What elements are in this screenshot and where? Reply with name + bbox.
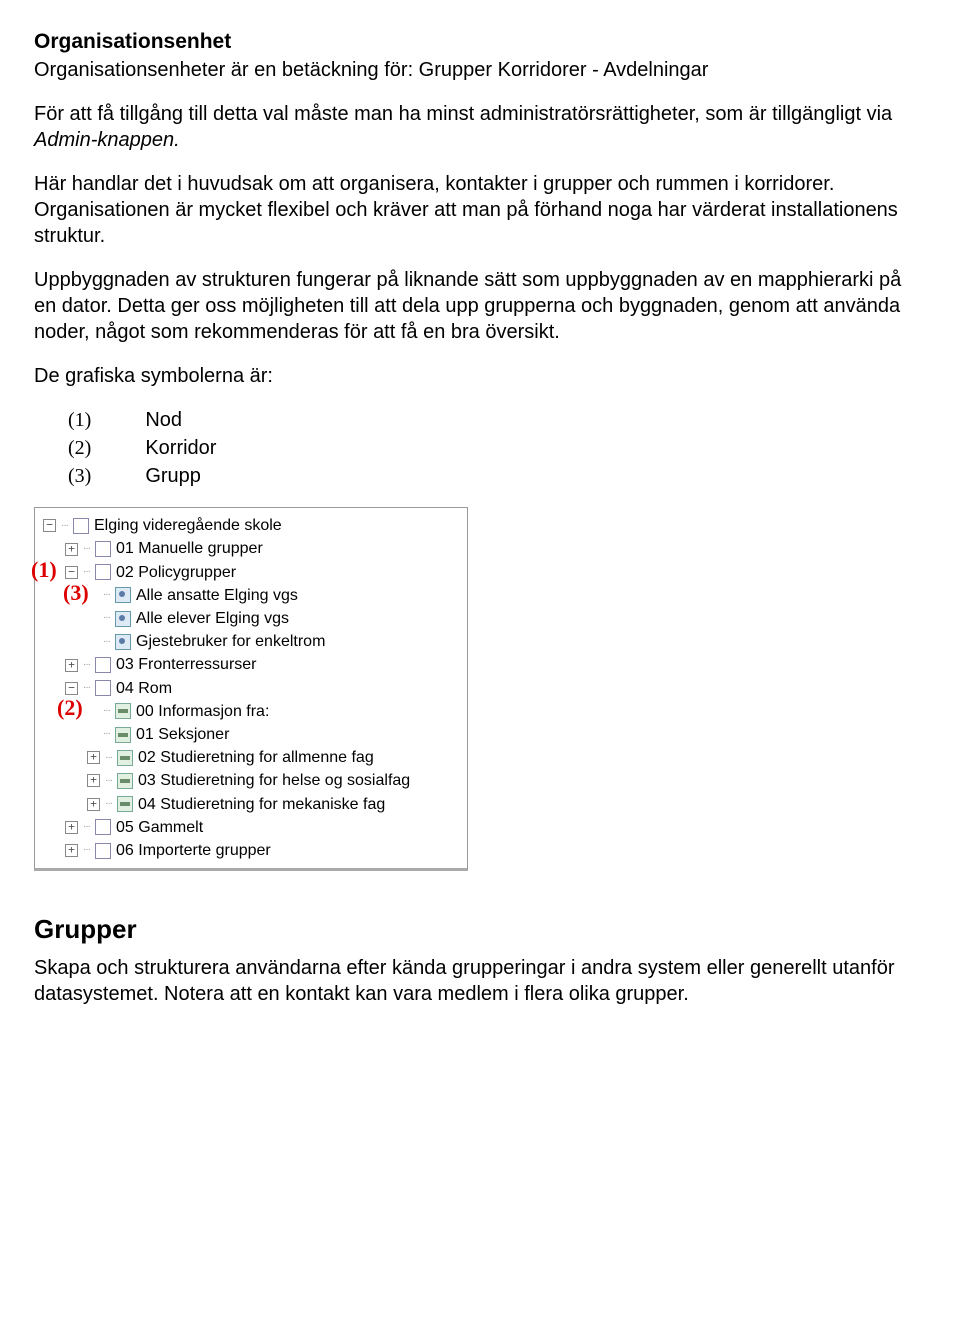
group-icon (115, 611, 131, 627)
tree-label: 02 Studieretning for allmenne fag (138, 746, 374, 769)
tree-root[interactable]: − ··· Elging videregående skole (43, 514, 459, 537)
paragraph-grupper: Skapa och strukturera användarna efter k… (34, 955, 926, 1007)
tree-connector: ··· (61, 519, 68, 534)
corridor-icon (117, 750, 133, 766)
tree-connector: ··· (105, 774, 112, 789)
tree-connector: ··· (103, 588, 110, 603)
admin-button-ref: Admin-knappen. (34, 129, 180, 151)
expand-icon[interactable]: + (87, 774, 100, 787)
tree-item[interactable]: + ··· 03 Studieretning for helse og sosi… (87, 769, 459, 792)
paragraph-organize: Här handlar det i huvudsak om att organi… (34, 171, 926, 249)
expand-icon[interactable]: + (87, 751, 100, 764)
tree-view: (1) (3) (2) − ··· Elging videregående sk… (34, 507, 468, 871)
tree-label: 04 Studieretning for mekaniske fag (138, 793, 385, 816)
tree-label: Elging videregående skole (94, 514, 282, 537)
expand-icon[interactable]: + (87, 798, 100, 811)
paragraph-symbols: De grafiska symbolerna är: (34, 363, 926, 389)
tree-label: Alle ansatte Elging vgs (136, 584, 298, 607)
corridor-icon (117, 773, 133, 789)
tree-label: 04 Rom (116, 677, 172, 700)
legend-row: (2) Korridor (68, 435, 926, 461)
legend-label: Korridor (145, 435, 216, 461)
legend-label: Nod (145, 407, 182, 433)
tree-item[interactable]: ··· 01 Seksjoner (87, 723, 459, 746)
expand-icon[interactable]: + (65, 821, 78, 834)
tree-item[interactable]: + ··· 02 Studieretning for allmenne fag (87, 746, 459, 769)
expand-icon[interactable]: + (65, 543, 78, 556)
node-icon (95, 843, 111, 859)
tree-item[interactable]: + ··· 04 Studieretning for mekaniske fag (87, 793, 459, 816)
tree-label: 06 Importerte grupper (116, 839, 271, 862)
collapse-icon[interactable]: − (43, 519, 56, 532)
tree-spacer (87, 706, 98, 717)
paragraph-access: För att få tillgång till detta val måste… (34, 101, 926, 153)
tree-spacer (87, 729, 98, 740)
corridor-icon (115, 727, 131, 743)
legend-number: (2) (68, 435, 91, 461)
tree-connector: ··· (103, 727, 110, 742)
tree-item[interactable]: + ··· 05 Gammelt (65, 816, 459, 839)
tree-item[interactable]: − ··· 04 Rom (65, 677, 459, 700)
para-text: För att få tillgång till detta val måste… (34, 103, 892, 125)
node-icon (95, 680, 111, 696)
expand-icon[interactable]: + (65, 844, 78, 857)
heading-organisationsenhet: Organisationsenhet (34, 28, 926, 55)
node-icon (95, 657, 111, 673)
tree-item[interactable]: ··· Alle ansatte Elging vgs (87, 584, 459, 607)
tree-item[interactable]: ··· Alle elever Elging vgs (87, 607, 459, 630)
tree-connector: ··· (103, 611, 110, 626)
corridor-icon (117, 796, 133, 812)
tree-item[interactable]: ··· Gjestebruker for enkeltrom (87, 630, 459, 653)
tree-label: 05 Gammelt (116, 816, 203, 839)
node-icon (95, 564, 111, 580)
tree-connector: ··· (103, 635, 110, 650)
legend-row: (3) Grupp (68, 463, 926, 489)
tree-item[interactable]: + ··· 06 Importerte grupper (65, 839, 459, 862)
node-icon (95, 541, 111, 557)
legend-number: (1) (68, 407, 91, 433)
node-icon (73, 518, 89, 534)
tree-connector: ··· (83, 820, 90, 835)
node-icon (95, 819, 111, 835)
tree-spacer (87, 590, 98, 601)
tree-label: Alle elever Elging vgs (136, 607, 289, 630)
tree-connector: ··· (83, 542, 90, 557)
legend-number: (3) (68, 463, 91, 489)
tree-item[interactable]: + ··· 03 Fronterressurser (65, 653, 459, 676)
tree-label: 02 Policygrupper (116, 561, 236, 584)
tree-connector: ··· (105, 797, 112, 812)
tree-item[interactable]: − ··· 02 Policygrupper (65, 561, 459, 584)
tree-label: 01 Manuelle grupper (116, 537, 263, 560)
tree-item[interactable]: + ··· 01 Manuelle grupper (65, 537, 459, 560)
tree-connector: ··· (103, 704, 110, 719)
tree-connector: ··· (83, 565, 90, 580)
paragraph-structure: Uppbyggnaden av strukturen fungerar på l… (34, 267, 926, 345)
legend-label: Grupp (145, 463, 201, 489)
expand-icon[interactable]: + (65, 659, 78, 672)
tree-label: 01 Seksjoner (136, 723, 229, 746)
legend-list: (1) Nod (2) Korridor (3) Grupp (68, 407, 926, 489)
tree-connector: ··· (83, 681, 90, 696)
tree-item[interactable]: ··· 00 Informasjon fra: (87, 700, 459, 723)
tree-label: 00 Informasjon fra: (136, 700, 269, 723)
group-icon (115, 587, 131, 603)
group-icon (115, 634, 131, 650)
tree-label: 03 Fronterressurser (116, 653, 257, 676)
heading-grupper: Grupper (34, 913, 926, 947)
collapse-icon[interactable]: − (65, 566, 78, 579)
tree-label: 03 Studieretning for helse og sosialfag (138, 769, 410, 792)
tree-label: Gjestebruker for enkeltrom (136, 630, 325, 653)
tree-spacer (87, 636, 98, 647)
tree-connector: ··· (105, 751, 112, 766)
subtitle: Organisationsenheter är en betäckning fö… (34, 57, 926, 83)
tree-spacer (87, 613, 98, 624)
tree-connector: ··· (83, 843, 90, 858)
tree-connector: ··· (83, 658, 90, 673)
legend-row: (1) Nod (68, 407, 926, 433)
corridor-icon (115, 703, 131, 719)
collapse-icon[interactable]: − (65, 682, 78, 695)
